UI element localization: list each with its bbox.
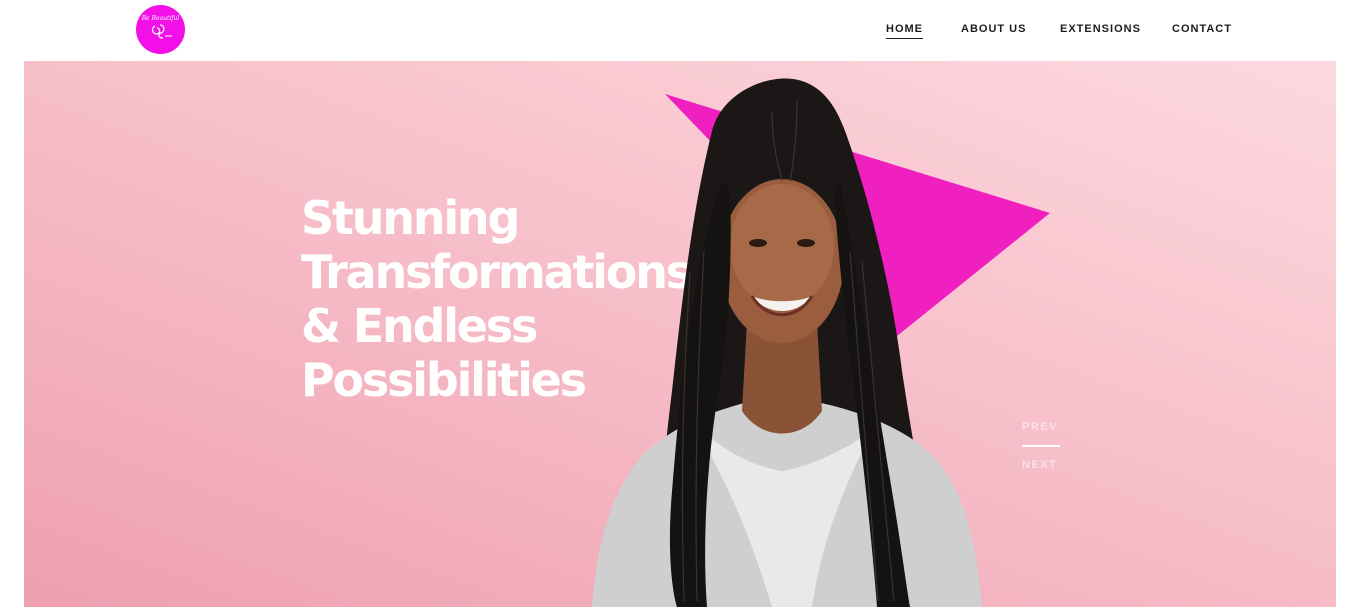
nav-contact[interactable]: CONTACT [1172, 22, 1232, 38]
slider-divider [1022, 445, 1060, 447]
site-header: Be Beautiful HOME ABOUT US EXTENSIONS CO… [0, 0, 1360, 60]
slider-controls: PREV NEXT [1022, 421, 1062, 471]
nav-home[interactable]: HOME [886, 22, 923, 39]
hero-model-image [592, 78, 982, 607]
prev-button[interactable]: PREV [1022, 421, 1062, 433]
nav-about-us[interactable]: ABOUT US [961, 22, 1026, 38]
nav-extensions[interactable]: EXTENSIONS [1060, 22, 1141, 38]
main-nav: HOME ABOUT US EXTENSIONS CONTACT [0, 22, 1360, 42]
hero-slider: Stunning Transformations & Endless Possi… [24, 61, 1336, 607]
next-button[interactable]: NEXT [1022, 459, 1062, 471]
